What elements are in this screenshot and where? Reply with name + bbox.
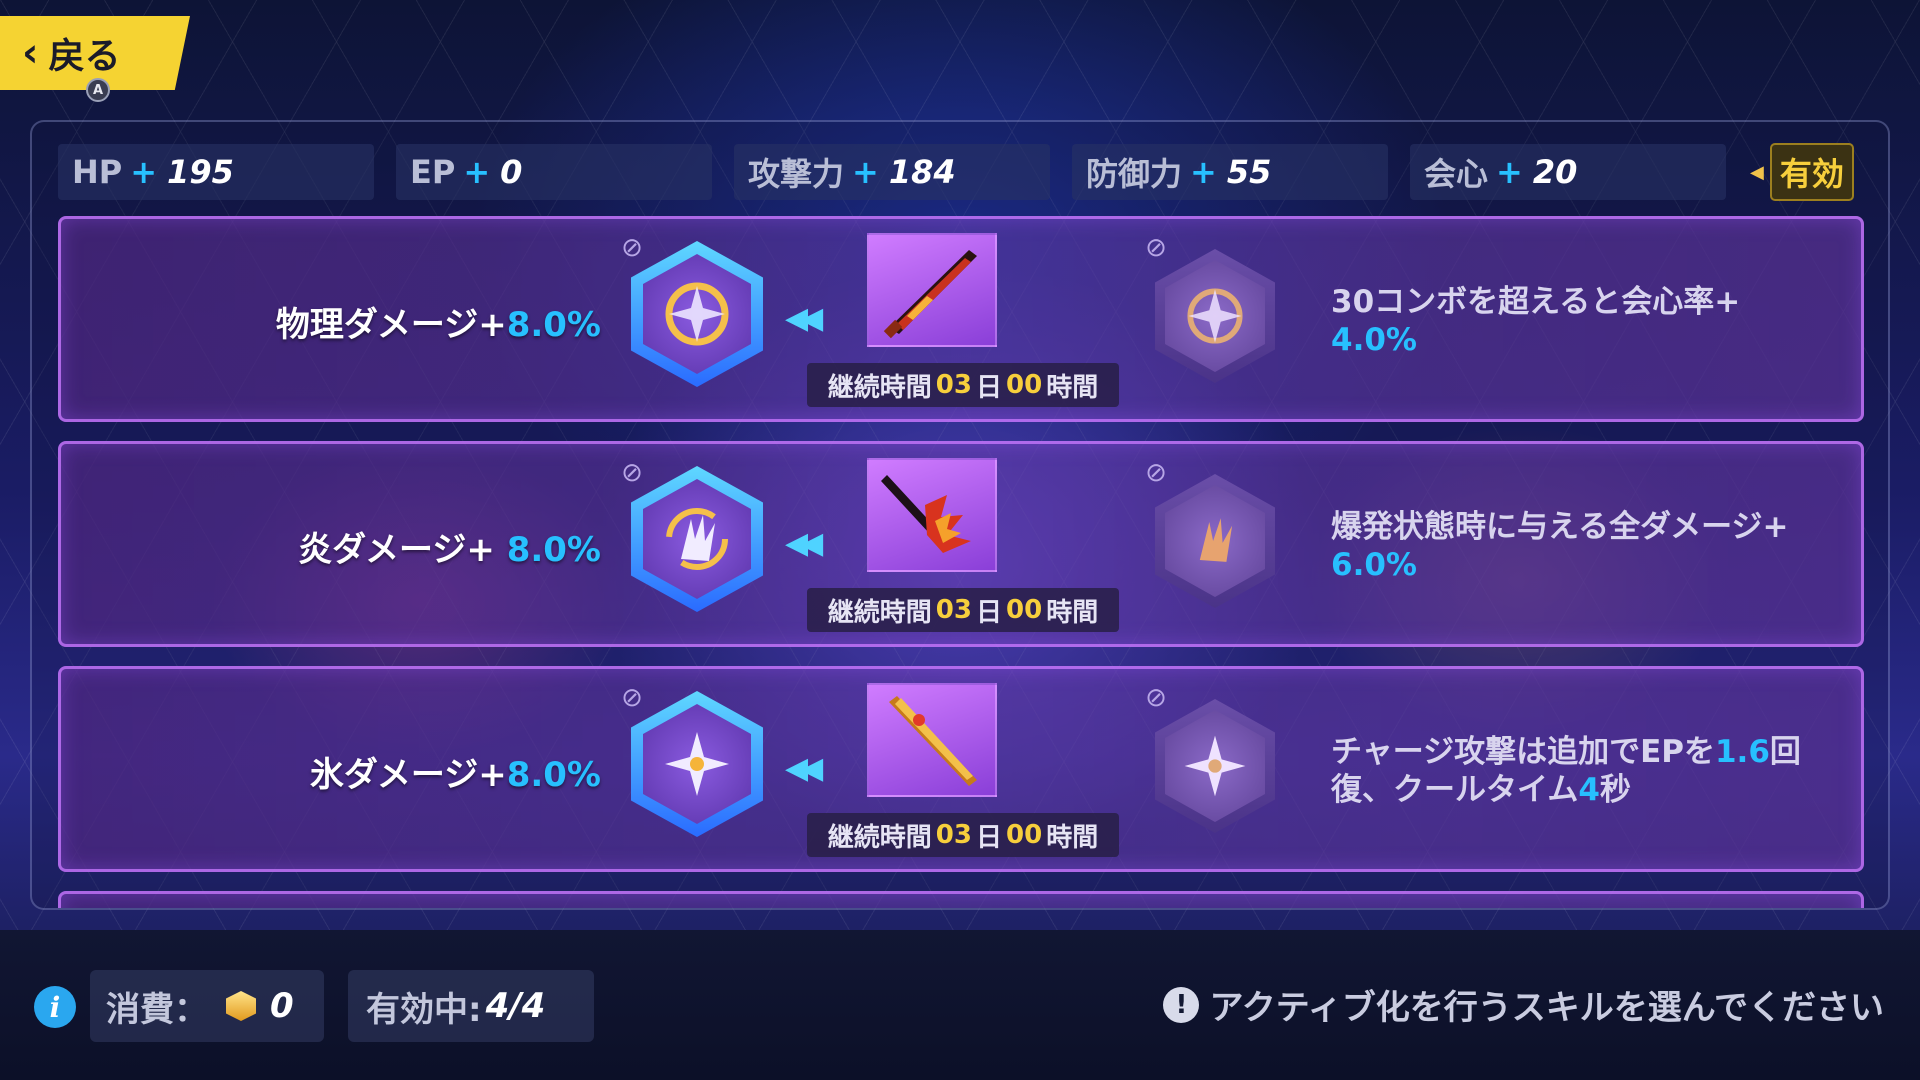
back-button-label: 戻る [48, 36, 121, 77]
double-arrow-left-icon: ◀◀ [785, 751, 823, 786]
active-count-display: 有効中: 4/4 [348, 970, 594, 1042]
skill-row-physical[interactable]: 物理ダメージ+8.0% ⊘ ◀◀ 継続時間 03 日 00 時間 ⊘ 30コンボ… [58, 216, 1864, 422]
info-icon[interactable]: i [34, 986, 76, 1028]
skill-bonus-text: 物理ダメージ+8.0% [275, 305, 601, 345]
golden-sword-image [889, 696, 977, 786]
triangle-left-icon: ◀ [1750, 161, 1764, 183]
gamepad-a-hint-icon: A [86, 78, 110, 102]
skill-description: 30コンボを超えると会心率+ 4.0% [1331, 284, 1741, 358]
passive-skill-hex-icon [1155, 474, 1275, 608]
lightning-mark-icon: ⊘ [1145, 233, 1167, 263]
lightning-mark-icon: ⊘ [1145, 458, 1167, 488]
active-skill-hex-icon[interactable] [631, 466, 763, 612]
flame-claw-icon [666, 508, 728, 570]
sword-image [883, 250, 977, 339]
stat-attack: 攻撃力 + 184 [734, 144, 1050, 200]
cost-display: 消費： 0 [90, 970, 324, 1042]
skill-bonus-text: 氷ダメージ+8.0% [309, 755, 601, 795]
active-tag: ◀ 有効 [1750, 143, 1854, 201]
stat-hp: HP + 195 [58, 144, 374, 200]
stat-bar: HP + 195 EP + 0 攻撃力 + 184 防御力 + 55 会心 + … [58, 143, 1868, 201]
skill-row-ice[interactable]: 氷ダメージ+8.0% ⊘ ◀◀ 継続時間 03 日 00 時間 ⊘ チャージ攻撃… [58, 666, 1864, 872]
bottom-bar: i 消費： 0 有効中: 4/4 ! アクティブ化を行うスキルを選んでください [0, 930, 1920, 1080]
weapon-thumbnail[interactable] [867, 458, 997, 572]
coin-icon [226, 991, 256, 1021]
skill-list: 物理ダメージ+8.0% ⊘ ◀◀ 継続時間 03 日 00 時間 ⊘ 30コンボ… [58, 216, 1864, 908]
lightning-mark-icon: ⊘ [1145, 683, 1167, 713]
skill-row-partial[interactable] [58, 891, 1864, 908]
active-skill-hex-icon[interactable] [631, 241, 763, 387]
lightning-mark-icon: ⊘ [621, 683, 643, 713]
cross-ring-icon [1187, 288, 1243, 344]
stat-ep: EP + 0 [396, 144, 712, 200]
lightning-mark-icon: ⊘ [621, 458, 643, 488]
cross-ring-icon [665, 282, 729, 346]
flame-sword-image [881, 475, 971, 553]
lightning-mark-icon: ⊘ [621, 233, 643, 263]
double-arrow-left-icon: ◀◀ [785, 526, 823, 561]
passive-skill-hex-icon [1155, 699, 1275, 833]
duration-badge: 継続時間 03 日 00 時間 [807, 813, 1119, 857]
stat-defense: 防御力 + 55 [1072, 144, 1388, 200]
skill-bonus-text: 炎ダメージ+ 8.0% [298, 530, 601, 570]
active-skill-hex-icon[interactable] [631, 691, 763, 837]
star-burst-icon [1184, 735, 1246, 797]
chevron-left-icon: ‹ [22, 30, 39, 76]
flame-claw-icon [1199, 518, 1233, 562]
weapon-thumbnail[interactable] [867, 683, 997, 797]
duration-badge: 継続時間 03 日 00 時間 [807, 363, 1119, 407]
weapon-thumbnail[interactable] [867, 233, 997, 347]
skill-description: チャージ攻撃は追加でEPを1.6回復、クールタイム4秒 [1331, 734, 1801, 808]
exclamation-icon: ! [1163, 986, 1200, 1023]
skill-row-fire[interactable]: 炎ダメージ+ 8.0% ⊘ ◀◀ 継続時間 03 日 00 時間 ⊘ 爆発状態時… [58, 441, 1864, 647]
star-burst-icon [665, 732, 729, 796]
skill-panel: HP + 195 EP + 0 攻撃力 + 184 防御力 + 55 会心 + … [30, 120, 1890, 910]
duration-badge: 継続時間 03 日 00 時間 [807, 588, 1119, 632]
instruction-hint: ! アクティブ化を行うスキルを選んでください [1163, 980, 1884, 1029]
double-arrow-left-icon: ◀◀ [785, 301, 823, 336]
stat-crit: 会心 + 20 [1410, 144, 1726, 200]
skill-description: 爆発状態時に与える全ダメージ+ 6.0% [1331, 509, 1789, 583]
passive-skill-hex-icon [1155, 249, 1275, 383]
